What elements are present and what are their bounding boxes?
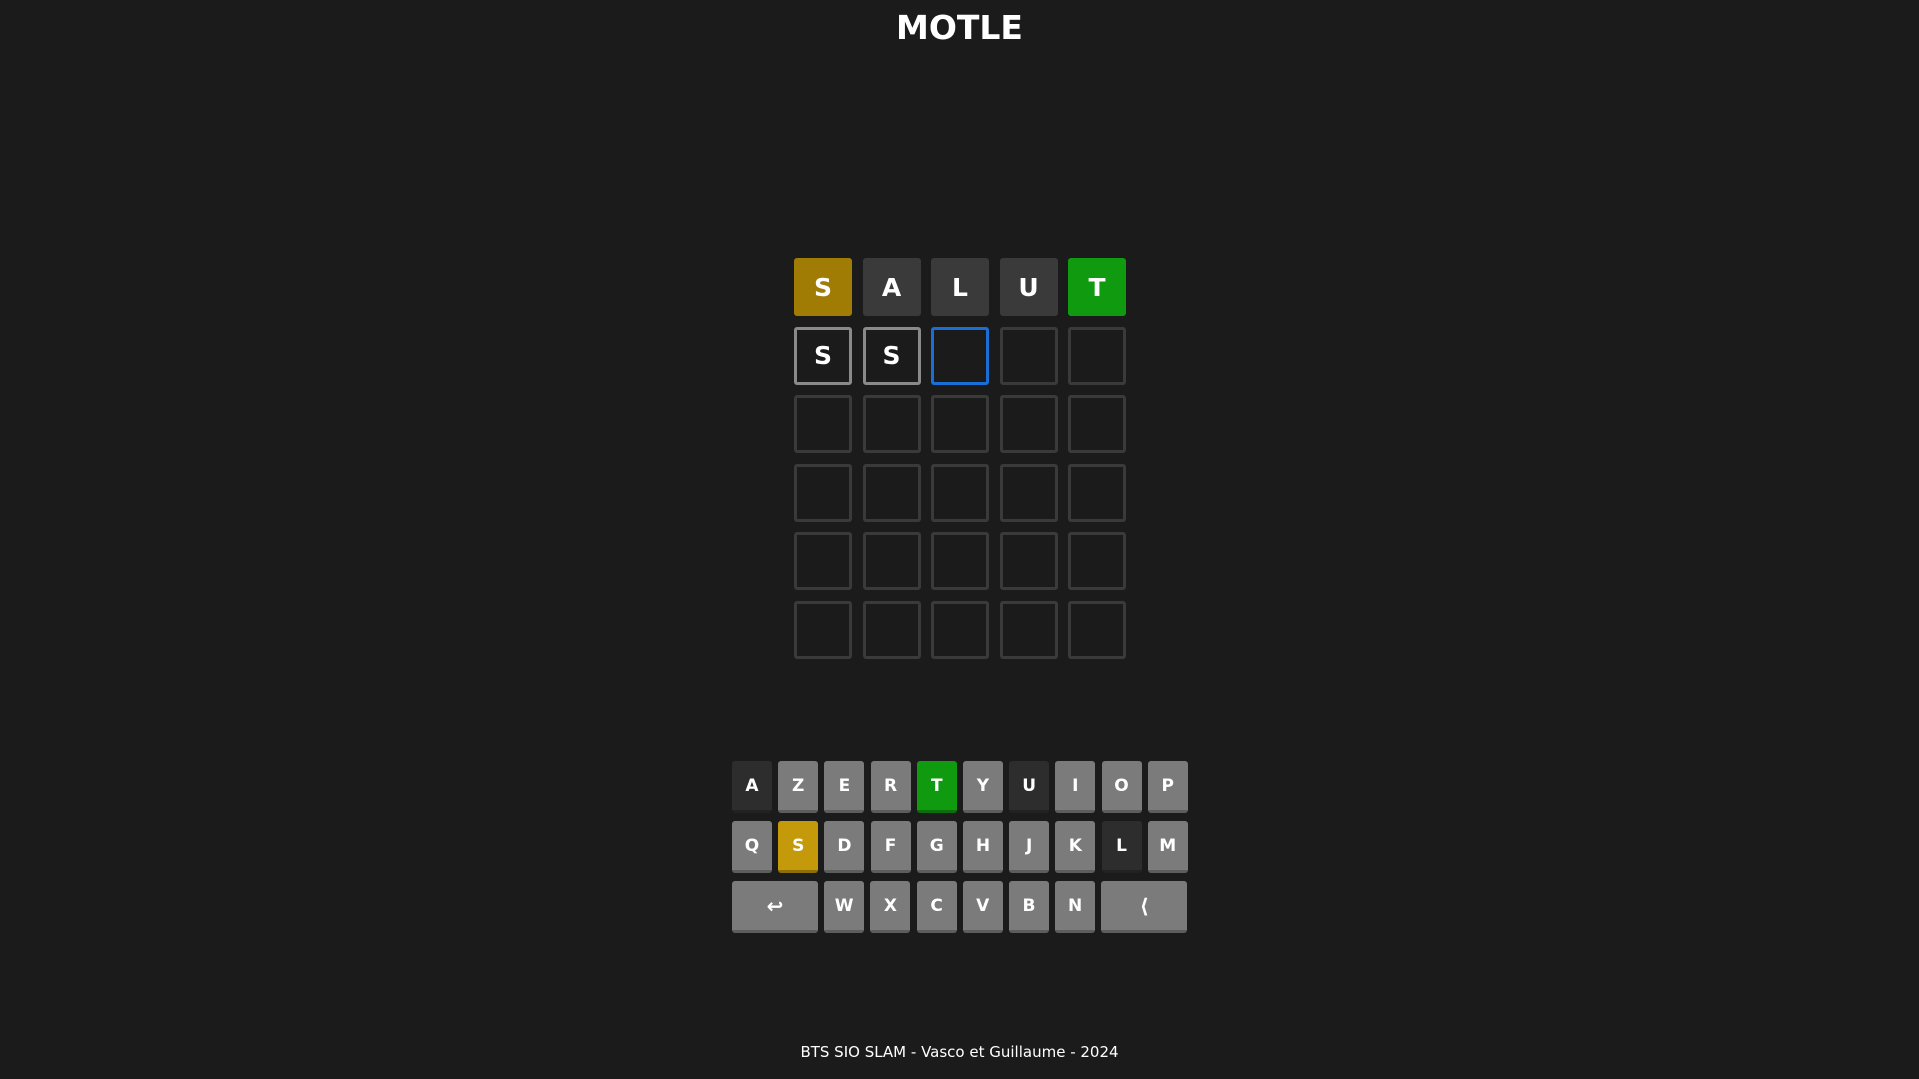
enter-key[interactable]: ↩ xyxy=(732,881,818,933)
on-screen-keyboard: A Z E R T Y U I O P Q S D F G H J K L M ↩ W X C V B N ⟨ xyxy=(732,761,1194,941)
page-title: MOTLE xyxy=(896,8,1023,47)
board-tile xyxy=(794,600,852,659)
keyboard-row: QSDFGHJKLM xyxy=(732,821,1194,873)
board-tile: T xyxy=(1068,258,1126,316)
backspace-key[interactable]: ⟨ xyxy=(1101,881,1188,933)
key-e[interactable]: E xyxy=(824,761,865,813)
key-a[interactable]: A xyxy=(732,761,772,813)
key-c[interactable]: C xyxy=(916,881,957,933)
board-tile: A xyxy=(862,258,921,316)
key-i[interactable]: I xyxy=(1055,761,1096,813)
key-p[interactable]: P xyxy=(1147,761,1188,813)
board-tile xyxy=(862,463,921,522)
board-tile: S xyxy=(794,326,852,385)
keyboard-row: AZERTYUIOP xyxy=(732,761,1194,813)
board-tile xyxy=(999,463,1058,522)
board-tile xyxy=(999,326,1058,385)
key-r[interactable]: R xyxy=(870,761,911,813)
board-tile xyxy=(862,395,921,453)
footer-credits: BTS SIO SLAM - Vasco et Guillaume - 2024 xyxy=(800,1043,1119,1061)
key-o[interactable]: O xyxy=(1101,761,1142,813)
game-board: SALUT SS xyxy=(794,258,1126,659)
key-l[interactable]: L xyxy=(1101,821,1142,873)
board-tile xyxy=(794,463,852,522)
key-w[interactable]: W xyxy=(824,881,865,933)
board-tile xyxy=(1068,463,1126,522)
key-k[interactable]: K xyxy=(1055,821,1096,873)
key-t[interactable]: T xyxy=(916,761,957,813)
keyboard-row: ↩ W X C V B N ⟨ xyxy=(732,881,1194,933)
board-tile xyxy=(931,532,989,590)
board-tile xyxy=(1068,395,1126,453)
board-tile: L xyxy=(931,258,989,316)
key-n[interactable]: N xyxy=(1055,881,1096,933)
board-tile xyxy=(931,600,989,659)
board-tile: S xyxy=(862,326,921,385)
board-tile xyxy=(931,326,989,385)
key-g[interactable]: G xyxy=(916,821,957,873)
backspace-icon: ⟨ xyxy=(1139,893,1149,918)
board-tile xyxy=(862,532,921,590)
board-tile xyxy=(794,395,852,453)
board-tile xyxy=(794,532,852,590)
key-z[interactable]: Z xyxy=(778,761,819,813)
board-tile xyxy=(862,600,921,659)
board-tile xyxy=(931,463,989,522)
board-tile xyxy=(999,395,1058,453)
key-q[interactable]: Q xyxy=(732,821,772,873)
board-tile xyxy=(999,600,1058,659)
key-h[interactable]: H xyxy=(962,821,1003,873)
enter-icon: ↩ xyxy=(766,893,784,918)
board-tile xyxy=(1068,326,1126,385)
board-tile xyxy=(1068,532,1126,590)
key-s[interactable]: S xyxy=(778,821,819,873)
key-y[interactable]: Y xyxy=(962,761,1003,813)
key-j[interactable]: J xyxy=(1009,821,1050,873)
key-f[interactable]: F xyxy=(870,821,911,873)
key-b[interactable]: B xyxy=(1008,881,1049,933)
key-m[interactable]: M xyxy=(1147,821,1188,873)
key-v[interactable]: V xyxy=(962,881,1003,933)
key-x[interactable]: X xyxy=(870,881,911,933)
key-d[interactable]: D xyxy=(824,821,865,873)
board-tile: S xyxy=(794,258,852,316)
board-tile xyxy=(931,395,989,453)
board-tile xyxy=(999,532,1058,590)
board-tile: U xyxy=(999,258,1058,316)
board-tile xyxy=(1068,600,1126,659)
key-u[interactable]: U xyxy=(1009,761,1050,813)
